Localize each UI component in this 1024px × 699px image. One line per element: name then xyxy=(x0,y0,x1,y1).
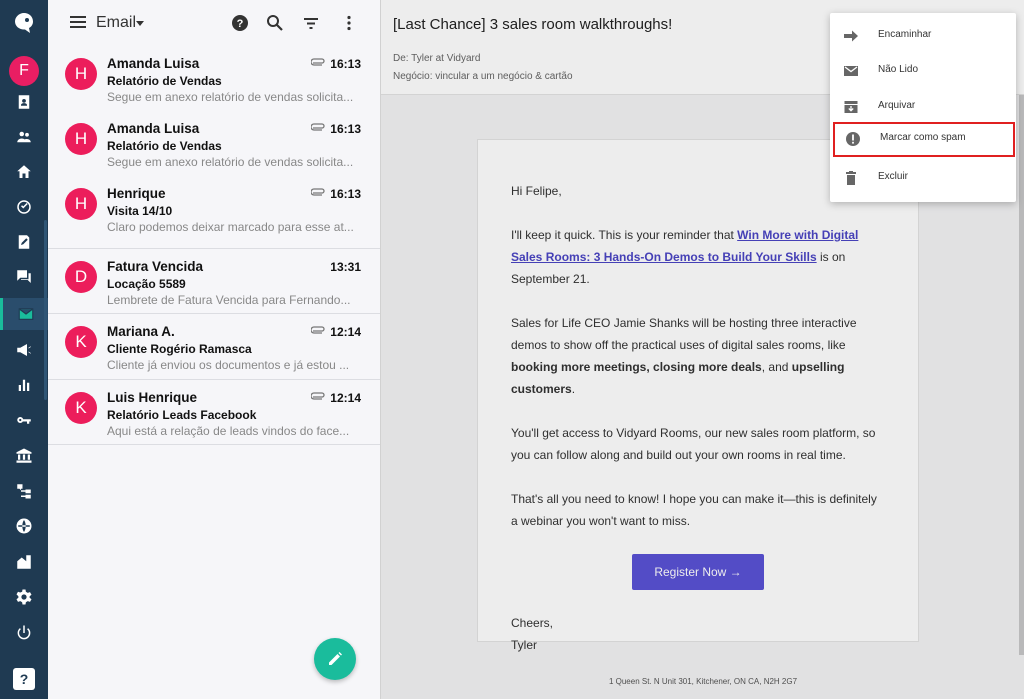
email-subject: Relatório Leads Facebook xyxy=(107,408,257,422)
people-icon[interactable] xyxy=(0,121,48,153)
email-preview: Segue em anexo relatório de vendas solic… xyxy=(107,90,354,104)
user-avatar[interactable]: F xyxy=(9,56,39,86)
email-subject: Visita 14/10 xyxy=(107,204,173,218)
app-logo-icon[interactable] xyxy=(12,11,36,35)
folder-title[interactable]: Email xyxy=(96,14,136,32)
attachment-icon xyxy=(311,326,325,334)
email-preview: Claro podemos deixar marcado para esse a… xyxy=(107,220,354,234)
settings-icon[interactable] xyxy=(0,581,48,613)
globe-icon[interactable] xyxy=(0,510,48,542)
email-list-header: Email ? xyxy=(48,0,380,46)
sender-avatar: H xyxy=(65,188,97,220)
attachment-icon xyxy=(311,392,325,400)
buildings-icon[interactable] xyxy=(0,546,48,578)
chevron-down-icon[interactable] xyxy=(136,21,144,26)
sender-name: Fatura Vencida xyxy=(107,259,204,274)
email-list-item[interactable]: K Mariana A. Cliente Rogério Ramasca Cli… xyxy=(48,313,380,379)
email-subject: Cliente Rogério Ramasca xyxy=(107,342,252,356)
attachment-icon xyxy=(311,58,325,66)
email-nav-icon[interactable] xyxy=(0,298,48,330)
message-actions-menu: Encaminhar Não Lido Arquivar Marcar como… xyxy=(830,13,1016,202)
bar-chart-icon[interactable] xyxy=(0,369,48,401)
email-time: 16:13 xyxy=(330,187,361,201)
key-icon[interactable] xyxy=(0,404,48,436)
email-time: 16:13 xyxy=(330,57,361,71)
sender-name: Henrique xyxy=(107,186,166,201)
home-icon[interactable] xyxy=(0,156,48,188)
sender-avatar: H xyxy=(65,58,97,90)
email-time: 13:31 xyxy=(330,260,361,274)
email-list-item[interactable]: H Amanda Luisa Relatório de Vendas Segue… xyxy=(48,46,380,112)
attachment-icon xyxy=(311,188,325,196)
menu-icon[interactable] xyxy=(70,15,86,29)
archive-icon xyxy=(844,101,858,113)
nav-scrollbar[interactable] xyxy=(44,220,47,400)
sender-avatar: D xyxy=(65,261,97,293)
email-preview: Segue em anexo relatório de vendas solic… xyxy=(107,155,354,169)
email-list-item[interactable]: K Luis Henrique Relatório Leads Facebook… xyxy=(48,379,380,445)
email-preview: Cliente já enviou os documentos e já est… xyxy=(107,358,350,372)
attachment-icon xyxy=(311,123,325,131)
email-preview: Lembrete de Fatura Vencida para Fernando… xyxy=(107,293,351,307)
forward-icon xyxy=(844,30,858,42)
svg-text:?: ? xyxy=(237,18,244,30)
contacts-card-icon[interactable] xyxy=(0,86,48,118)
filter-icon[interactable] xyxy=(301,13,321,33)
sender-name: Amanda Luisa xyxy=(107,56,200,71)
megaphone-icon[interactable] xyxy=(0,334,48,366)
sender-avatar: H xyxy=(65,123,97,155)
email-list-item[interactable]: H Henrique Visita 14/10 Claro podemos de… xyxy=(48,176,380,242)
email-time: 12:14 xyxy=(330,325,361,339)
nav-rail: F ? xyxy=(0,0,48,699)
spam-icon xyxy=(846,132,860,146)
email-time: 16:13 xyxy=(330,122,361,136)
more-vertical-icon[interactable] xyxy=(339,13,359,33)
help-button[interactable]: ? xyxy=(13,668,35,690)
help-circle-icon[interactable]: ? xyxy=(230,13,250,33)
menu-item-delete[interactable]: Excluir xyxy=(830,161,1016,196)
menu-item-mark-spam[interactable]: Marcar como spam xyxy=(833,122,1015,157)
menu-item-mark-unread[interactable]: Não Lido xyxy=(830,54,1016,89)
edit-doc-icon[interactable] xyxy=(0,226,48,258)
envelope-icon xyxy=(844,66,858,76)
compose-button[interactable] xyxy=(314,638,356,680)
sender-avatar: K xyxy=(65,392,97,424)
hierarchy-icon[interactable] xyxy=(0,475,48,507)
email-preview: Aqui está a relação de leads vindos do f… xyxy=(107,424,350,438)
email-list-item[interactable]: H Amanda Luisa Relatório de Vendas Segue… xyxy=(48,111,380,177)
trash-icon xyxy=(846,171,856,185)
sender-name: Luis Henrique xyxy=(107,390,198,405)
clock-check-icon[interactable] xyxy=(0,191,48,223)
pencil-icon xyxy=(329,652,342,665)
email-subject: Locação 5589 xyxy=(107,277,186,291)
email-subject: Relatório de Vendas xyxy=(107,139,222,153)
bank-icon[interactable] xyxy=(0,440,48,472)
power-icon[interactable] xyxy=(0,617,48,649)
sender-name: Mariana A. xyxy=(107,324,175,339)
email-list-item[interactable]: D Fatura Vencida Locação 5589 Lembrete d… xyxy=(48,248,380,314)
search-icon[interactable] xyxy=(265,13,285,33)
email-list-panel: Email ? H Amanda Luisa Relatório de Vend… xyxy=(48,0,380,699)
sender-name: Amanda Luisa xyxy=(107,121,200,136)
menu-item-archive[interactable]: Arquivar xyxy=(830,90,1016,125)
email-time: 12:14 xyxy=(330,391,361,405)
email-subject: Relatório de Vendas xyxy=(107,74,222,88)
menu-item-forward[interactable]: Encaminhar xyxy=(830,19,1016,54)
sender-avatar: K xyxy=(65,326,97,358)
chat-icon[interactable] xyxy=(0,261,48,293)
